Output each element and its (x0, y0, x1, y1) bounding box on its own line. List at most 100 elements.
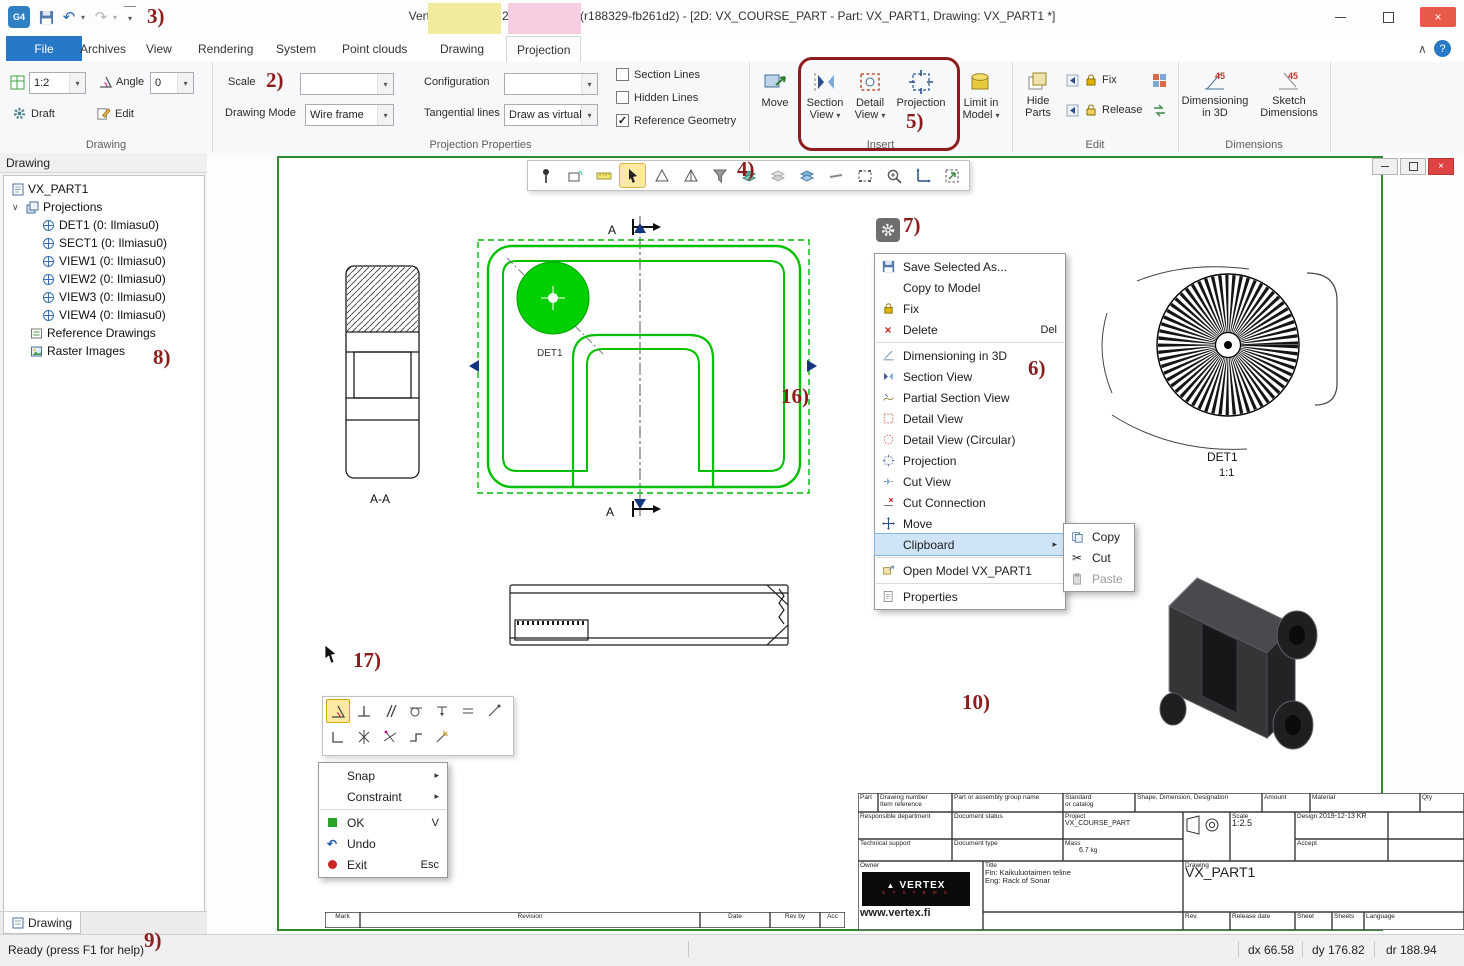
submenu-item-copy[interactable]: Copy (1064, 526, 1134, 547)
annotation-7: 7) (903, 213, 921, 238)
tab-view[interactable]: View (136, 36, 182, 61)
tree-node-view4[interactable]: VIEW4 (0: Ilmiasu0) (4, 306, 204, 324)
edit-swap-icon[interactable] (1152, 103, 1167, 118)
panel-tab-drawing[interactable]: Drawing (3, 912, 81, 934)
corner-constraint-icon[interactable] (326, 725, 350, 749)
tree-node-reference-drawings[interactable]: Reference Drawings (4, 324, 204, 342)
tab-archives[interactable]: Archives (70, 36, 136, 61)
tree-node-det1[interactable]: DET1 (0: Ilmiasu0) (4, 216, 204, 234)
menu-item-undo[interactable]: ↶ Undo (319, 833, 447, 854)
tab-drawing[interactable]: Drawing (430, 36, 494, 61)
sheet-scale-combo[interactable]: 1:2▾ (29, 72, 86, 94)
menu-item-detail-view-circular[interactable]: Detail View (Circular) (875, 429, 1065, 450)
menu-item-snap[interactable]: Snap▸ (319, 765, 447, 786)
menu-item-detail-view[interactable]: Detail View (875, 408, 1065, 429)
tangent-icon[interactable] (404, 699, 428, 723)
menu-item-projection[interactable]: Projection (875, 450, 1065, 471)
angle-constraint-icon[interactable] (326, 699, 350, 723)
hidden-lines-checkbox[interactable]: Hidden Lines (616, 91, 698, 104)
minimize-button[interactable] (1324, 7, 1356, 27)
scale-combo[interactable]: ▾ (300, 73, 394, 95)
reference-geometry-checkbox[interactable]: ✓Reference Geometry (616, 114, 736, 127)
edit-grid-icon[interactable] (1152, 73, 1167, 88)
angle-combo[interactable]: 0▾ (150, 72, 194, 94)
menu-item-cut-view[interactable]: Cut View (875, 471, 1065, 492)
spray-snap-icon[interactable] (430, 725, 454, 749)
menu-item-clipboard[interactable]: Clipboard ▸ (875, 534, 1065, 555)
menu-item-save-selected-as[interactable]: Save Selected As... (875, 256, 1065, 277)
maximize-button[interactable] (1372, 7, 1404, 27)
draft-button[interactable]: Draft (12, 106, 55, 121)
fit-view-icon[interactable] (938, 163, 965, 188)
mdi-minimize-button[interactable] (1372, 158, 1398, 175)
configuration-combo[interactable]: ▾ (504, 73, 598, 95)
mdi-close-button[interactable]: × (1428, 158, 1454, 175)
submenu-item-paste[interactable]: Paste (1064, 568, 1134, 589)
menu-item-move[interactable]: Move (875, 513, 1065, 534)
vertical-align-icon[interactable] (430, 699, 454, 723)
pin-icon[interactable] (532, 163, 559, 188)
fix-prev-icon[interactable] (1066, 74, 1079, 87)
partial-section-icon (879, 390, 897, 406)
menu-item-delete[interactable]: × Delete Del (875, 319, 1065, 340)
menu-item-properties[interactable]: Properties (875, 586, 1065, 607)
menu-item-cut-connection[interactable]: Cut Connection (875, 492, 1065, 513)
limit-in-model-button[interactable]: Limit in Model ▾ (955, 69, 1007, 122)
layers-off-icon[interactable] (764, 163, 791, 188)
tree-node-view2[interactable]: VIEW2 (0: Ilmiasu0) (4, 270, 204, 288)
triangle-area-icon[interactable] (677, 163, 704, 188)
section-lines-checkbox[interactable]: Section Lines (616, 68, 700, 81)
tree-root-vx-part1[interactable]: VX_PART1 (4, 180, 204, 198)
menu-item-fix[interactable]: Fix (875, 298, 1065, 319)
tree-node-view1[interactable]: VIEW1 (0: Ilmiasu0) (4, 252, 204, 270)
zoom-icon[interactable] (880, 163, 907, 188)
tab-system[interactable]: System (266, 36, 326, 61)
parallel-icon[interactable] (378, 699, 402, 723)
close-button[interactable]: × (1420, 7, 1456, 27)
move-button[interactable]: Move (755, 69, 795, 109)
tab-rendering[interactable]: Rendering (188, 36, 263, 61)
slope-icon[interactable] (482, 699, 506, 723)
release-prev-icon[interactable] (1066, 104, 1079, 117)
sketch-dimensions-button[interactable]: 45 Sketch Dimensions (1256, 69, 1322, 119)
menu-item-exit[interactable]: ExitEsc (319, 854, 447, 875)
step-line-icon[interactable] (404, 725, 428, 749)
tangential-lines-combo[interactable]: Draw as virtual▾ (504, 104, 598, 126)
axes-icon[interactable] (909, 163, 936, 188)
release-button[interactable]: Release (1084, 103, 1142, 117)
drawing-canvas[interactable]: A-A A A (207, 153, 1464, 934)
fix-button[interactable]: Fix (1084, 73, 1117, 87)
hide-parts-button[interactable]: Hide Parts (1016, 69, 1060, 119)
tree-node-projections[interactable]: ∨ Projections (4, 198, 204, 216)
menu-item-constraint[interactable]: Constraint▸ (319, 786, 447, 807)
line-tool-icon[interactable] (822, 163, 849, 188)
tab-projection[interactable]: Projection (506, 36, 581, 62)
perpendicular-icon[interactable] (352, 699, 376, 723)
filter-icon[interactable] (706, 163, 733, 188)
window-select-icon[interactable] (851, 163, 878, 188)
view-orientation-icon[interactable] (561, 163, 588, 188)
select-cursor-icon[interactable] (619, 163, 646, 188)
help-icon[interactable]: ? (1434, 36, 1451, 61)
tree-node-sect1[interactable]: SECT1 (0: Ilmiasu0) (4, 234, 204, 252)
menu-item-open-model[interactable]: Open Model VX_PART1 (875, 560, 1065, 581)
menu-item-copy-to-model[interactable]: Copy to Model (875, 277, 1065, 298)
menu-item-partial-section-view[interactable]: Partial Section View (875, 387, 1065, 408)
layers-active-icon[interactable] (793, 163, 820, 188)
view-settings-gear-button[interactable] (876, 218, 900, 242)
horizontal-align-icon[interactable] (456, 699, 480, 723)
tab-point-clouds[interactable]: Point clouds (332, 36, 417, 61)
tree-node-raster-images[interactable]: Raster Images (4, 342, 204, 360)
triangle-select-icon[interactable] (648, 163, 675, 188)
tree-node-view3[interactable]: VIEW3 (0: Ilmiasu0) (4, 288, 204, 306)
measure-icon[interactable] (590, 163, 617, 188)
edit-sheet-button[interactable]: Edit (96, 106, 134, 121)
dimensioning-3d-button[interactable]: 45 Dimensioning in 3D (1184, 69, 1246, 119)
mdi-restore-button[interactable] (1400, 158, 1426, 175)
submenu-item-cut[interactable]: ✂ Cut (1064, 547, 1134, 568)
ribbon-collapse-icon[interactable]: ∧ (1412, 36, 1433, 61)
drawing-mode-combo[interactable]: Wire frame▾ (305, 104, 394, 126)
trim-icon[interactable] (378, 725, 402, 749)
menu-item-ok[interactable]: OKV (319, 812, 447, 833)
intersection-icon[interactable] (352, 725, 376, 749)
